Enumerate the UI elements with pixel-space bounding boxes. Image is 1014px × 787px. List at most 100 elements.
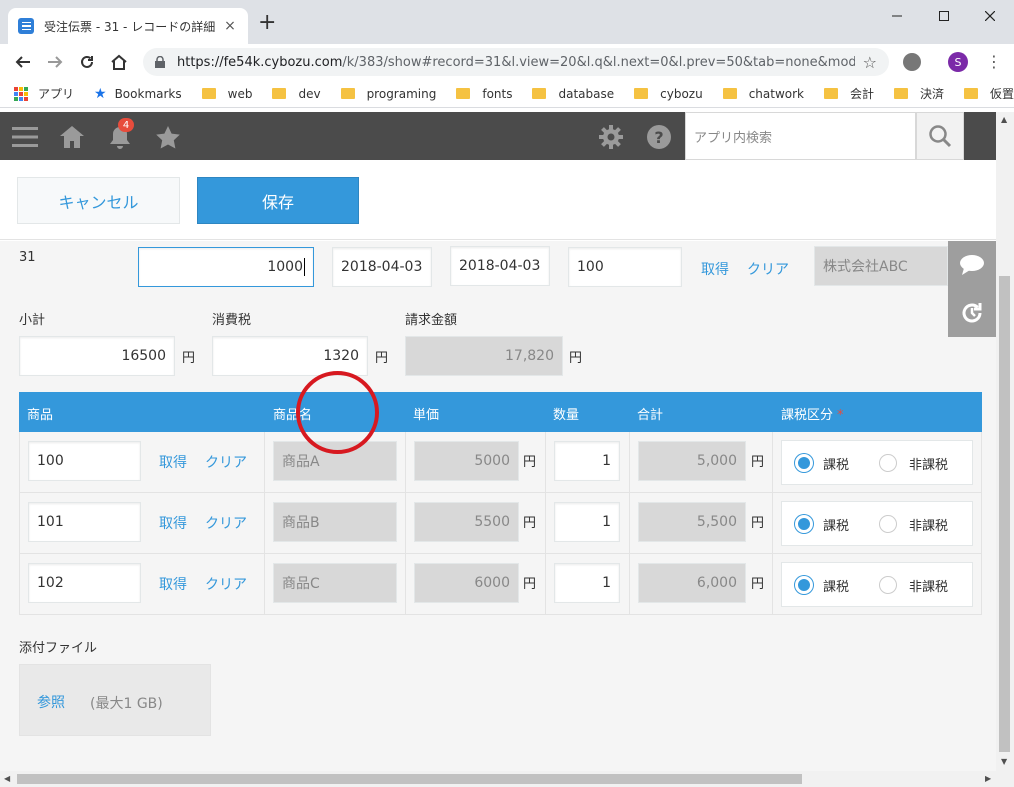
bookmark-folder-payment[interactable]: 決済 bbox=[894, 85, 944, 102]
search-button[interactable] bbox=[916, 112, 964, 160]
window-maximize-button[interactable] bbox=[921, 0, 967, 32]
column-divider bbox=[772, 493, 773, 554]
bookmark-folder-cybozu[interactable]: cybozu bbox=[634, 87, 703, 101]
column-divider bbox=[264, 493, 265, 554]
vertical-scrollbar[interactable]: ▲ ▼ bbox=[996, 112, 1014, 771]
attachment-dropzone: 参照 (最大1 GB) bbox=[19, 664, 211, 736]
billing-yen-unit: 円 bbox=[569, 351, 583, 366]
tab-title: 受注伝票 - 31 - レコードの詳細 bbox=[44, 19, 216, 34]
taxable-radio[interactable] bbox=[795, 576, 813, 594]
app-search-input[interactable]: アプリ内検索 bbox=[685, 112, 916, 160]
profile-avatar[interactable]: S bbox=[948, 52, 968, 72]
max-size-note: (最大1 GB) bbox=[90, 696, 163, 712]
bookmark-folder-accounting[interactable]: 会計 bbox=[824, 85, 874, 102]
nontaxable-radio[interactable] bbox=[879, 515, 897, 533]
back-button[interactable] bbox=[11, 50, 35, 74]
extension-icon[interactable] bbox=[903, 53, 921, 71]
customer-fetch-link[interactable]: 取得 bbox=[701, 259, 729, 279]
folder-icon bbox=[340, 88, 355, 99]
menu-button[interactable] bbox=[12, 124, 38, 150]
quantity-input[interactable]: 1 bbox=[554, 441, 620, 481]
browser-tab[interactable]: 受注伝票 - 31 - レコードの詳細 × bbox=[8, 8, 248, 44]
header-total: 合計 bbox=[637, 408, 664, 423]
billing-amount-field: 17,820 bbox=[405, 336, 563, 376]
window-close-button[interactable] bbox=[967, 0, 1013, 32]
home-nav-button[interactable] bbox=[59, 124, 85, 150]
unit-price-field: 6000 bbox=[414, 563, 519, 603]
browser-menu-icon[interactable]: ⋮ bbox=[986, 52, 1002, 72]
horizontal-scroll-thumb[interactable] bbox=[17, 774, 802, 784]
date-input-2[interactable]: 2018-04-03 bbox=[450, 246, 550, 286]
product-fetch-link[interactable]: 取得 bbox=[159, 452, 187, 472]
bookmark-folder-fonts[interactable]: fonts bbox=[456, 87, 512, 101]
window-minimize-button[interactable] bbox=[874, 0, 920, 32]
scroll-up-arrow-icon[interactable]: ▲ bbox=[1001, 115, 1007, 124]
cancel-button[interactable]: キャンセル bbox=[17, 177, 180, 224]
product-clear-link[interactable]: クリア bbox=[205, 452, 247, 472]
date-input-1[interactable]: 2018-04-03 bbox=[332, 247, 432, 287]
reload-button[interactable] bbox=[75, 50, 99, 74]
taxable-radio[interactable] bbox=[795, 515, 813, 533]
settings-button[interactable] bbox=[598, 124, 624, 150]
column-divider bbox=[629, 493, 630, 554]
bookmark-folder-programing[interactable]: programing bbox=[340, 87, 436, 101]
vertical-scroll-thumb[interactable] bbox=[999, 276, 1010, 752]
url-text: https://fe54k.cybozu.com/k/383/show#reco… bbox=[177, 54, 855, 70]
nontaxable-radio[interactable] bbox=[879, 576, 897, 594]
bookmark-bookmarks[interactable]: ★ Bookmarks bbox=[94, 86, 182, 102]
amount-input[interactable]: 1000 bbox=[138, 247, 314, 287]
column-divider bbox=[629, 432, 630, 493]
history-button[interactable] bbox=[948, 289, 996, 337]
bookmark-folder-database[interactable]: database bbox=[532, 87, 614, 101]
favorites-button[interactable] bbox=[155, 124, 181, 150]
star-icon: ★ bbox=[94, 85, 107, 102]
taxable-radio[interactable] bbox=[795, 454, 813, 472]
product-fetch-link[interactable]: 取得 bbox=[159, 513, 187, 533]
product-fetch-link[interactable]: 取得 bbox=[159, 574, 187, 594]
column-divider bbox=[629, 554, 630, 615]
quantity-input[interactable]: 1 bbox=[554, 563, 620, 603]
forward-button[interactable] bbox=[43, 50, 67, 74]
bookmark-folder-temp[interactable]: 仮置き bbox=[964, 85, 1014, 102]
search-icon bbox=[929, 125, 952, 148]
product-clear-link[interactable]: クリア bbox=[205, 513, 247, 533]
browser-titlebar: 受注伝票 - 31 - レコードの詳細 × + bbox=[0, 0, 1014, 44]
subtotal-input[interactable]: 16500 bbox=[19, 336, 175, 376]
column-divider bbox=[405, 554, 406, 615]
customer-name-field: 株式会社ABC bbox=[814, 246, 948, 286]
address-bar[interactable]: https://fe54k.cybozu.com/k/383/show#reco… bbox=[143, 48, 889, 76]
home-button[interactable] bbox=[107, 50, 131, 74]
new-tab-button[interactable]: + bbox=[258, 12, 276, 34]
price-yen-unit: 円 bbox=[523, 577, 537, 592]
bookmark-star-icon[interactable]: ☆ bbox=[863, 53, 877, 72]
save-button[interactable]: 保存 bbox=[197, 177, 359, 224]
taxable-label: 課税 bbox=[823, 519, 850, 534]
bookmark-folder-chatwork[interactable]: chatwork bbox=[722, 87, 804, 101]
hamburger-icon bbox=[12, 127, 38, 147]
scroll-down-arrow-icon[interactable]: ▼ bbox=[1001, 757, 1007, 766]
notification-badge: 4 bbox=[118, 118, 134, 132]
column-divider bbox=[264, 432, 265, 493]
tax-input[interactable]: 1320 bbox=[212, 336, 368, 376]
bookmark-folder-web[interactable]: web bbox=[201, 87, 252, 101]
product-code-input[interactable]: 101 bbox=[28, 502, 141, 542]
header-quantity: 数量 bbox=[553, 408, 580, 423]
column-divider bbox=[405, 432, 406, 493]
help-button[interactable]: ? bbox=[646, 124, 672, 150]
customer-clear-link[interactable]: クリア bbox=[747, 259, 789, 279]
scroll-left-arrow-icon[interactable]: ◀ bbox=[4, 774, 10, 783]
quantity-input[interactable]: 1 bbox=[554, 502, 620, 542]
horizontal-scrollbar[interactable]: ◀ ▶ bbox=[0, 771, 1014, 787]
bookmark-folder-dev[interactable]: dev bbox=[272, 87, 321, 101]
product-code-input[interactable]: 102 bbox=[28, 563, 141, 603]
tab-close-icon[interactable]: × bbox=[222, 18, 238, 34]
comments-button[interactable] bbox=[948, 241, 996, 289]
product-clear-link[interactable]: クリア bbox=[205, 574, 247, 594]
product-name-field: 商品C bbox=[273, 563, 397, 603]
bookmark-apps[interactable]: アプリ bbox=[14, 85, 74, 102]
browse-link[interactable]: 参照 bbox=[37, 692, 65, 712]
product-code-input[interactable]: 100 bbox=[28, 441, 141, 481]
nontaxable-radio[interactable] bbox=[879, 454, 897, 472]
scroll-right-arrow-icon[interactable]: ▶ bbox=[985, 774, 991, 783]
customer-code-input[interactable]: 100 bbox=[568, 247, 682, 287]
